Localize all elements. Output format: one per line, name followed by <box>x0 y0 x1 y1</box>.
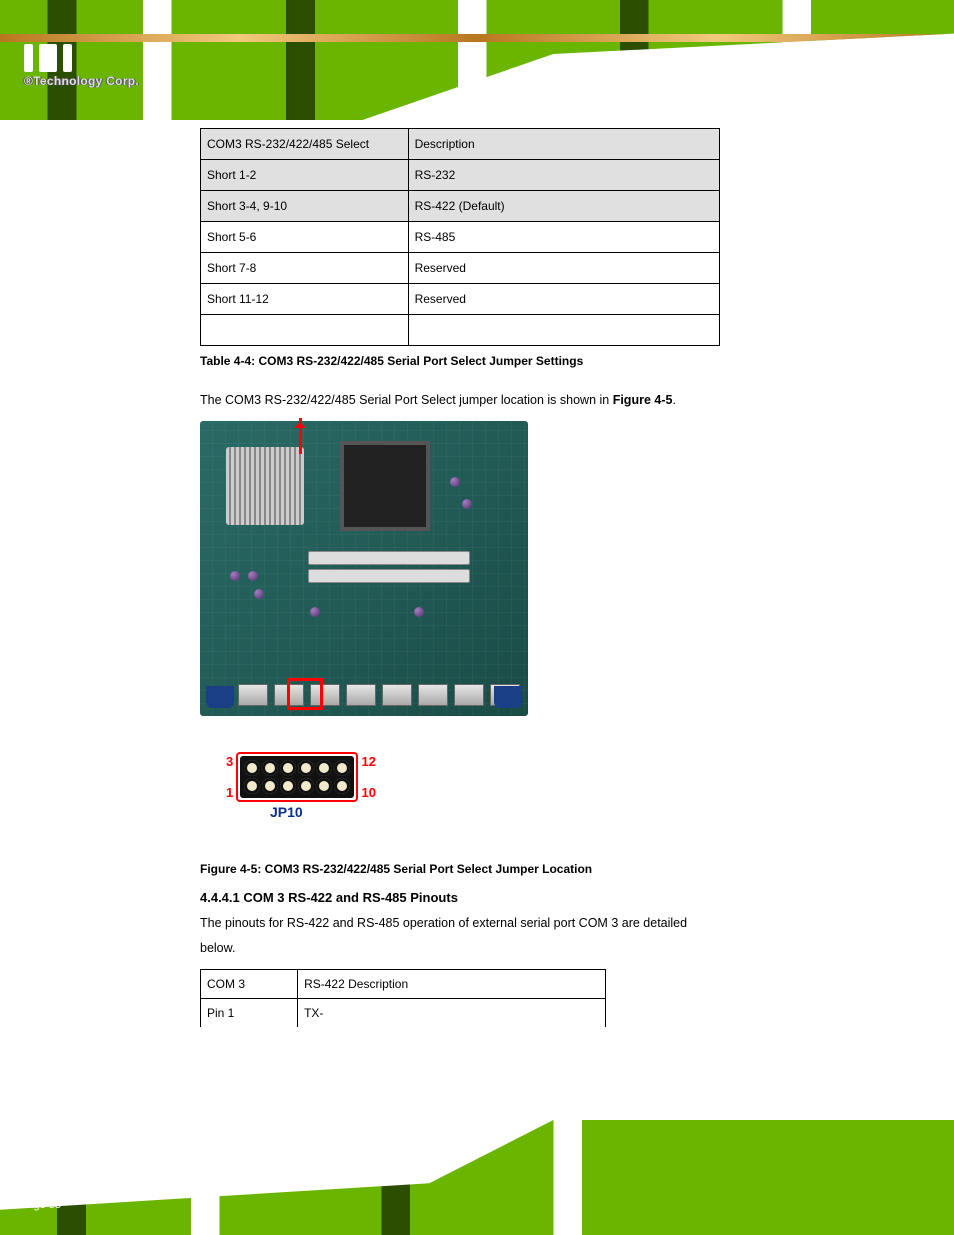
brand-block: ®Technology Corp. <box>24 44 139 88</box>
header-banner <box>0 0 954 120</box>
table-caption: Table 4-4: COM3 RS-232/422/485 Serial Po… <box>200 354 720 368</box>
jumper-name: JP10 <box>270 804 400 820</box>
subsection-heading: 4.4.4.1 COM 3 RS-422 and RS-485 Pinouts <box>200 890 720 905</box>
table-cell: RS-422 Description <box>298 970 606 999</box>
table-cell: Short 7-8 <box>201 253 409 284</box>
brand-logo <box>24 44 139 72</box>
paragraph: The pinouts for RS-422 and RS-485 operat… <box>200 911 720 961</box>
table-cell: Short 1-2 <box>201 160 409 191</box>
figure-caption: Figure 4-5: COM3 RS-232/422/485 Serial P… <box>200 862 720 876</box>
pin-label: 10 <box>362 785 376 800</box>
table-cell: Reserved <box>408 284 719 315</box>
jumper-location-highlight <box>287 678 323 710</box>
table-cell <box>201 315 409 346</box>
table-cell: COM3 RS-232/422/485 Select <box>201 129 409 160</box>
table-cell: Reserved <box>408 253 719 284</box>
jumper-pin-diagram: 3 12 1 10 JP10 <box>240 756 400 820</box>
footer-banner <box>0 1120 954 1235</box>
pin-label: 1 <box>226 785 233 800</box>
table-cell: Short 3-4, 9-10 <box>201 191 409 222</box>
table-cell: Description <box>408 129 719 160</box>
paragraph-text: . <box>672 393 675 407</box>
brand-tagline: ®Technology Corp. <box>24 74 139 88</box>
pin-label: 12 <box>362 754 376 769</box>
table-cell: Short 5-6 <box>201 222 409 253</box>
table-cell: Pin 1 <box>201 999 298 1028</box>
table-cell: COM 3 <box>201 970 298 999</box>
pin-label: 3 <box>226 754 233 769</box>
jumper-settings-table: COM3 RS-232/422/485 SelectDescription Sh… <box>200 128 720 346</box>
table-cell: RS-485 <box>408 222 719 253</box>
page-number: Page 58 <box>20 1199 61 1211</box>
paragraph-text: The COM3 RS-232/422/485 Serial Port Sele… <box>200 393 613 407</box>
table-cell: RS-422 (Default) <box>408 191 719 222</box>
motherboard-photo <box>200 421 528 716</box>
callout-arrow <box>299 418 302 454</box>
figure-reference: Figure 4-5 <box>613 393 673 407</box>
table-cell <box>408 315 719 346</box>
paragraph: The COM3 RS-232/422/485 Serial Port Sele… <box>200 388 720 413</box>
table-cell: TX- <box>298 999 606 1028</box>
pinout-table: COM 3RS-422 Description Pin 1TX- <box>200 969 606 1027</box>
table-cell: RS-232 <box>408 160 719 191</box>
table-cell: Short 11-12 <box>201 284 409 315</box>
